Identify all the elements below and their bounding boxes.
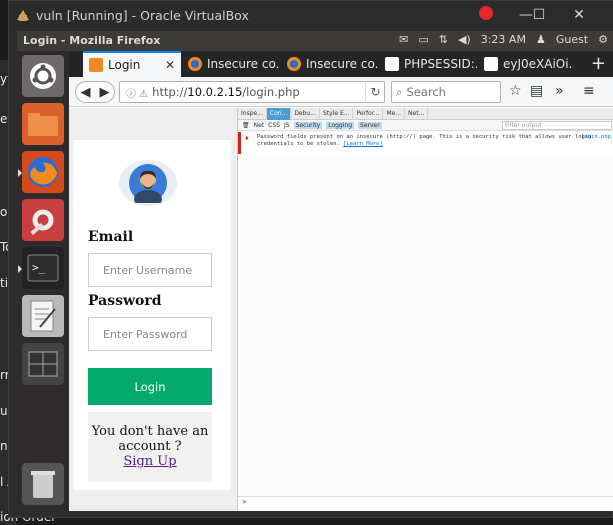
overflow-chevron-icon[interactable]: » bbox=[555, 83, 564, 99]
ubuntu-launcher: >_ bbox=[17, 51, 69, 511]
guest-screen: Login - Mozilla Firefox ✉ ▭ ⇅ ◀) 3:23 AM… bbox=[17, 31, 613, 511]
url-bar[interactable]: ⓘ ⚠ http:// 10.0.2.15 /login.php bbox=[119, 81, 385, 103]
tab-label: Insecure co... bbox=[207, 57, 280, 71]
settings-app-icon[interactable] bbox=[22, 199, 64, 241]
clock[interactable]: 3:23 AM bbox=[481, 33, 526, 46]
workspace-switcher-icon[interactable] bbox=[22, 343, 64, 385]
network-icon[interactable]: ⇅ bbox=[439, 33, 448, 46]
firefox-icon[interactable] bbox=[18, 151, 64, 193]
devtools-tab[interactable]: Debu... bbox=[291, 107, 320, 120]
console-filter-toggle[interactable]: Net bbox=[254, 122, 265, 129]
maximize-button[interactable]: ☐ bbox=[529, 7, 549, 25]
console-filter-toggle[interactable]: JS bbox=[284, 122, 290, 129]
console-filter-bar: 🗑 Net CSS JS Security Logging Server Filter ou… bbox=[238, 120, 613, 131]
forward-arrow-icon[interactable]: ▶ bbox=[100, 85, 110, 100]
blank-page-icon bbox=[484, 57, 498, 71]
library-icon[interactable]: ▤ bbox=[530, 83, 543, 99]
trash-console-icon[interactable]: 🗑 bbox=[242, 122, 250, 129]
user-icon[interactable]: ♟ bbox=[536, 33, 546, 46]
devtools-tab[interactable]: Me... bbox=[383, 107, 406, 120]
text-editor-icon[interactable] bbox=[22, 295, 64, 337]
learn-more-link[interactable]: [Learn More] bbox=[343, 141, 383, 147]
back-forward-buttons[interactable]: ◀ ▶ bbox=[75, 81, 115, 103]
devtools-tab[interactable]: Style E... bbox=[320, 107, 354, 120]
console-filter-toggle[interactable]: CSS bbox=[268, 122, 280, 129]
signup-link[interactable]: Sign Up bbox=[88, 454, 212, 469]
avatar-icon bbox=[119, 160, 177, 206]
devtools-tab[interactable]: Inspe... bbox=[238, 107, 267, 120]
virtualbox-window: vuln [Running] - Oracle VirtualBox — ☐ ✕… bbox=[8, 0, 613, 518]
devtools-panel: Inspe... Con... Debu... Style E... Perfor...… bbox=[237, 107, 613, 511]
console-filter-toggle[interactable]: Logging bbox=[326, 121, 355, 129]
message-source-link[interactable]: login.php bbox=[581, 134, 611, 141]
tab-label: Login bbox=[108, 58, 141, 72]
navigation-toolbar: ◀ ▶ ⓘ ⚠ http:// 10.0.2.15 /login.php ↻ ⌕… bbox=[69, 77, 613, 107]
ubuntu-top-panel: Login - Mozilla Firefox ✉ ▭ ⇅ ◀) 3:23 AM… bbox=[17, 31, 613, 51]
firefox-favicon-icon bbox=[287, 57, 301, 71]
username-field[interactable]: Enter Username bbox=[88, 253, 212, 287]
console-warning-message: ▲ Password fields present on an insecure… bbox=[238, 132, 613, 154]
url-path: /login.php bbox=[242, 85, 300, 99]
virtualbox-app-icon bbox=[17, 10, 29, 21]
tab-insecure-2[interactable]: Insecure co... bbox=[281, 51, 379, 77]
login-card: Email Enter Username Password Enter Pass… bbox=[73, 140, 231, 490]
filter-output-input[interactable]: Filter output bbox=[502, 120, 612, 130]
virtualbox-titlebar: vuln [Running] - Oracle VirtualBox — ☐ ✕ bbox=[9, 1, 613, 31]
url-scheme: http:// bbox=[152, 85, 188, 99]
search-placeholder: Search bbox=[406, 85, 446, 99]
signup-box: You don't have an account ? Sign Up bbox=[88, 412, 212, 482]
password-label: Password bbox=[88, 293, 162, 309]
tab-label: Insecure co... bbox=[306, 57, 379, 71]
window-title: Login - Mozilla Firefox bbox=[23, 34, 161, 47]
svg-text:>_: >_ bbox=[32, 261, 46, 274]
tab-label: eyJ0eXAiOi... bbox=[503, 57, 572, 71]
back-arrow-icon[interactable]: ◀ bbox=[81, 85, 91, 100]
warning-text: Password fields present on an insecure (… bbox=[257, 134, 592, 147]
tab-jwt[interactable]: eyJ0eXAiOi... bbox=[478, 51, 572, 77]
reload-icon[interactable]: ↻ bbox=[365, 81, 385, 103]
virtualbox-title: vuln [Running] - Oracle VirtualBox bbox=[36, 8, 249, 23]
tab-label: PHPSESSID:... bbox=[404, 57, 477, 71]
page-content: Email Enter Username Password Enter Pass… bbox=[69, 108, 237, 511]
dash-home-icon[interactable] bbox=[22, 55, 64, 97]
tab-favicon-icon bbox=[89, 58, 103, 72]
devtools-tabs: Inspe... Con... Debu... Style E... Perfor...… bbox=[238, 107, 613, 120]
console-filter-toggle[interactable]: Security bbox=[293, 121, 323, 129]
insecure-lock-icon[interactable]: ⓘ ⚠ bbox=[126, 85, 148, 100]
close-tab-icon[interactable]: ✕ bbox=[165, 58, 175, 72]
tab-login[interactable]: Login ✕ bbox=[83, 51, 181, 77]
volume-icon[interactable]: ◀) bbox=[458, 33, 471, 46]
console-filter-toggle[interactable]: Server bbox=[358, 121, 382, 129]
blank-page-icon bbox=[385, 57, 399, 71]
login-button[interactable]: Login bbox=[88, 368, 212, 405]
bookmark-star-icon[interactable]: ☆ bbox=[509, 83, 522, 99]
firefox-window: Login ✕ Insecure co... Insecure co... PH… bbox=[69, 51, 613, 511]
trash-icon[interactable] bbox=[22, 463, 64, 505]
firefox-favicon-icon bbox=[188, 57, 202, 71]
battery-icon[interactable]: ▭ bbox=[418, 33, 428, 46]
url-host: 10.0.2.15 bbox=[187, 85, 243, 99]
console-input[interactable]: » bbox=[238, 496, 613, 510]
files-icon[interactable] bbox=[22, 103, 64, 145]
tab-strip: Login ✕ Insecure co... Insecure co... PH… bbox=[69, 51, 613, 77]
new-tab-button[interactable]: + bbox=[591, 53, 606, 74]
devtools-tab[interactable]: Con... bbox=[266, 107, 292, 120]
warning-icon: ▲ bbox=[245, 134, 249, 141]
search-bar[interactable]: ⌕ Search bbox=[391, 81, 501, 103]
email-label: Email bbox=[88, 229, 134, 245]
terminal-icon[interactable]: >_ bbox=[18, 247, 64, 289]
devtools-tab[interactable]: Net... bbox=[405, 107, 429, 120]
settings-icon[interactable]: ⚙ bbox=[598, 33, 608, 46]
tab-insecure-1[interactable]: Insecure co... bbox=[182, 51, 280, 77]
menu-hamburger-icon[interactable]: ≡ bbox=[583, 83, 595, 99]
close-button[interactable]: ✕ bbox=[569, 7, 589, 25]
signup-text: You don't have an account ? bbox=[91, 424, 209, 454]
user-name[interactable]: Guest bbox=[556, 33, 588, 46]
search-icon: ⌕ bbox=[396, 84, 403, 99]
tab-phpsessid[interactable]: PHPSESSID:... bbox=[379, 51, 477, 77]
devtools-tab[interactable]: Perfor... bbox=[353, 107, 384, 120]
record-indicator-icon bbox=[479, 6, 493, 20]
password-field[interactable]: Enter Password bbox=[88, 317, 212, 351]
mail-icon[interactable]: ✉ bbox=[399, 33, 408, 46]
